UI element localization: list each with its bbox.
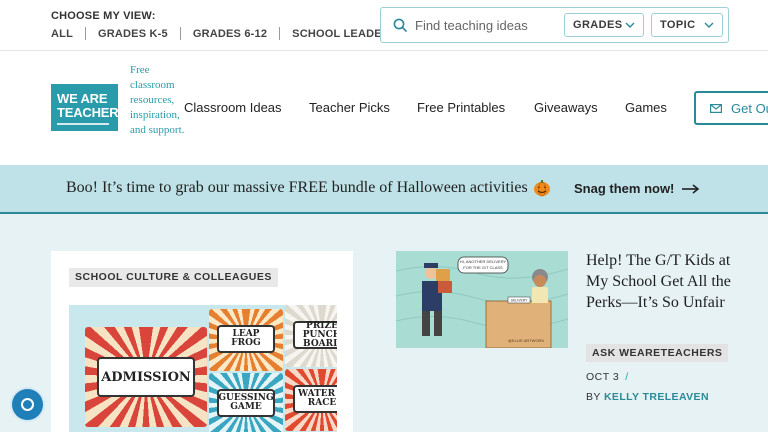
nav-item-teacher-picks[interactable]: Teacher Picks (309, 100, 390, 115)
banner-cta-label: Snag them now! (574, 181, 675, 196)
article-byline: BY KELLY TRELEAVEN (586, 391, 709, 403)
chevron-down-icon (625, 22, 635, 28)
feature-card-image[interactable]: ADMISSION LEAP FROG PRIZE PUNCH BOARD GU… (69, 305, 337, 432)
divider (179, 27, 181, 40)
ticket-admission: ADMISSION (85, 327, 207, 427)
ticket-label: ADMISSION (97, 357, 195, 397)
ticket-prize-punch-board: PRIZE PUNCH BOARD (285, 305, 337, 367)
nav-item-games[interactable]: Games (625, 100, 667, 115)
svg-text:@ELLIE ARTWORK: @ELLIE ARTWORK (508, 338, 545, 343)
grades-filter[interactable]: GRADES (564, 13, 644, 37)
content-area: SCHOOL CULTURE & COLLEAGUES ADMISSION LE… (0, 214, 768, 432)
ticket-water-race: WATER G RACE (285, 369, 337, 431)
ticket-leap-frog: LEAP FROG (209, 309, 283, 371)
article-date: OCT 3 / (586, 371, 629, 383)
accessibility-button[interactable] (12, 389, 43, 420)
mail-icon (710, 103, 722, 113)
grades-filter-label: GRADES (573, 19, 623, 31)
promo-banner: Boo! It’s time to grab our massive FREE … (0, 165, 768, 214)
divider (279, 27, 281, 40)
view-label: CHOOSE MY VIEW: (51, 10, 156, 22)
view-link-grades-k5[interactable]: GRADES K-5 (98, 28, 168, 40)
logo-line-1: WE ARE (57, 91, 108, 106)
ticket-guessing-game: GUESSING GAME (209, 373, 283, 432)
ticket-label: PRIZE PUNCH BOARD (293, 321, 337, 349)
article-category-badge[interactable]: ASK WEARETEACHERS (586, 344, 729, 362)
nav-item-free-printables[interactable]: Free Printables (417, 100, 505, 115)
feature-card[interactable]: SCHOOL CULTURE & COLLEAGUES ADMISSION LE… (51, 251, 353, 432)
jack-o-lantern-icon (534, 180, 550, 197)
search-input[interactable] (415, 14, 565, 36)
divider (84, 27, 86, 40)
utility-bar: CHOOSE MY VIEW: ALL GRADES K-5 GRADES 6-… (0, 0, 768, 51)
logo-underline (57, 123, 109, 125)
ticket-label: WATER G RACE (293, 385, 337, 413)
logo[interactable]: WE ARE TEACHERS (51, 84, 127, 131)
article-date-text: OCT 3 (586, 371, 620, 383)
search-icon[interactable] (393, 18, 407, 32)
banner-text: Boo! It’s time to grab our massive FREE … (66, 179, 528, 196)
svg-text:HI, ANOTHER DELIVERY: HI, ANOTHER DELIVERY (460, 259, 507, 264)
view-links: ALL GRADES K-5 GRADES 6-12 SCHOOL LEADER… (51, 27, 397, 40)
svg-text:DELIVERY: DELIVERY (511, 299, 528, 303)
article-thumbnail[interactable]: HI, ANOTHER DELIVERY FOR THE G/T CLASS D… (396, 251, 568, 348)
newsletter-button[interactable]: Get Ou (694, 91, 768, 125)
category-badge[interactable]: SCHOOL CULTURE & COLLEAGUES (69, 268, 278, 287)
logo-line-2: TEACHERS (57, 105, 127, 120)
newsletter-button-label: Get Ou (731, 100, 768, 116)
view-link-all[interactable]: ALL (51, 28, 73, 40)
main-nav: WE ARE TEACHERS Free classroom resources… (0, 51, 768, 165)
svg-text:FOR THE G/T CLASS: FOR THE G/T CLASS (463, 265, 503, 270)
article-title[interactable]: Help! The G/T Kids at My School Get All … (586, 250, 736, 313)
nav-item-classroom-ideas[interactable]: Classroom Ideas (184, 100, 282, 115)
chevron-down-icon (704, 22, 714, 28)
author-link[interactable]: KELLY TRELEAVEN (604, 391, 709, 403)
banner-cta-link[interactable]: Snag them now! (574, 181, 700, 196)
topic-filter-label: TOPIC (660, 19, 696, 31)
ticket-label: LEAP FROG (217, 325, 275, 353)
author-prefix: BY (586, 391, 601, 403)
nav-item-giveaways[interactable]: Giveaways (534, 100, 598, 115)
tagline: Free classroom resources, inspiration, a… (130, 64, 185, 136)
ticket-label: GUESSING GAME (217, 389, 275, 417)
date-separator: / (625, 371, 629, 383)
arrow-right-icon (682, 183, 700, 194)
search-box: GRADES TOPIC (380, 7, 729, 43)
accessibility-icon (21, 398, 34, 411)
topic-filter[interactable]: TOPIC (651, 13, 723, 37)
view-link-grades-6-12[interactable]: GRADES 6-12 (193, 28, 267, 40)
